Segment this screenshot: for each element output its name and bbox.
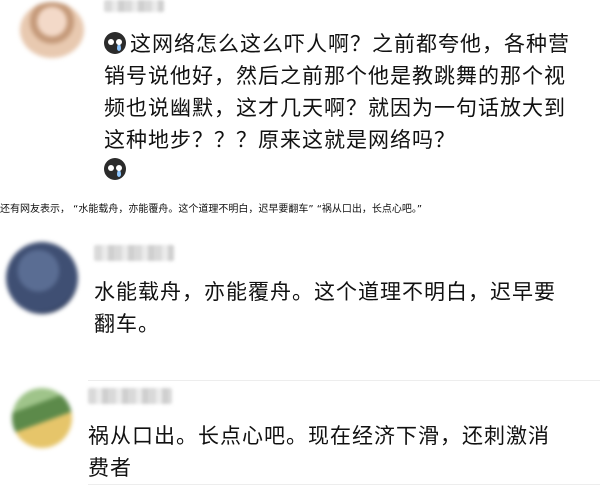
comment-body: 这网络怎么这么吓人啊？之前都夸他，各种营销号说他好，然后之前那个他是教跳舞的那个…: [104, 32, 570, 152]
divider: [88, 484, 600, 485]
comment-text: 这网络怎么这么吓人啊？之前都夸他，各种营销号说他好，然后之前那个他是教跳舞的那个…: [104, 28, 574, 156]
username-blurred[interactable]: [94, 245, 174, 261]
divider: [88, 380, 600, 381]
username-blurred[interactable]: [104, 0, 164, 12]
crying-face-icon: [104, 158, 126, 180]
comment-text: 祸从口出。长点心吧。现在经济下滑，还刺激消费者: [88, 424, 550, 480]
username-blurred[interactable]: [88, 388, 172, 404]
crying-face-icon: [104, 32, 126, 54]
avatar[interactable]: [12, 388, 72, 448]
avatar[interactable]: [6, 242, 78, 314]
caption-text: 还有网友表示， “水能载舟，亦能覆舟。这个道理不明白，迟早要翻车” “祸从口出，…: [0, 204, 423, 215]
emoji-row: [104, 158, 130, 181]
avatar[interactable]: [20, 2, 84, 58]
comment-text: 水能载舟，亦能覆舟。这个道理不明白，迟早要翻车。: [94, 280, 556, 336]
